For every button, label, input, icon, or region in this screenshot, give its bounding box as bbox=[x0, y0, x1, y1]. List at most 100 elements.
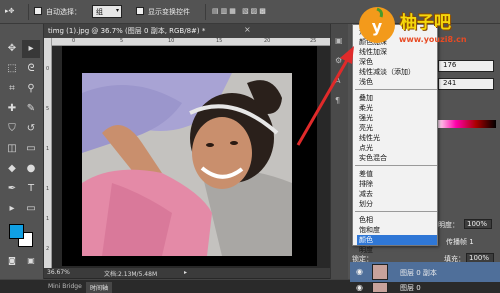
tab-timeline[interactable]: 时间轴 bbox=[86, 282, 113, 293]
path-select-icon[interactable]: ▸ bbox=[3, 200, 21, 218]
pen-tool-icon[interactable]: ✒ bbox=[3, 180, 21, 198]
layer-thumbnail bbox=[372, 264, 388, 280]
svg-text:y: y bbox=[372, 17, 383, 36]
blend-mode-item[interactable]: 排除 bbox=[357, 179, 437, 189]
tab-mini-bridge[interactable]: Mini Bridge bbox=[44, 282, 86, 291]
blend-mode-item[interactable]: 颜色 bbox=[357, 235, 437, 245]
blend-mode-item[interactable]: 点光 bbox=[357, 143, 437, 153]
tools-panel: ✥ ▸ ⬚ ᘓ ⌗ ⚲ ✚ ✎ ⛉ ↺ ◫ ▭ ◆ ● ✒ T ▸ ▭ ✋ ◙ … bbox=[0, 24, 44, 286]
crop-tool-icon[interactable]: ⌗ bbox=[3, 80, 21, 98]
ruler-tick: 0 bbox=[46, 66, 50, 72]
screen-mode-icon[interactable]: ▣ bbox=[22, 252, 40, 270]
move-tool-icon[interactable]: ✥ bbox=[3, 40, 21, 58]
watermark-logo-icon: y bbox=[360, 7, 394, 42]
gradient-tool-icon[interactable]: ▭ bbox=[22, 140, 40, 158]
watermark-logo: y bbox=[359, 7, 395, 43]
auto-select-label: 自动选择： bbox=[46, 8, 81, 16]
marquee-tool-icon[interactable]: ⬚ bbox=[3, 60, 21, 78]
shape-tool-icon[interactable]: ▭ bbox=[22, 200, 40, 218]
watermark: y 柚子吧 www.youzi8.cn bbox=[355, 2, 500, 48]
ruler-tick: 15 bbox=[216, 38, 223, 44]
show-transform-label: 显示变换控件 bbox=[148, 8, 190, 16]
document-title: timg (1).jpg @ 36.7% (图层 0 副本, RGB/8#) * bbox=[48, 27, 206, 35]
divider bbox=[205, 4, 206, 20]
menu-divider bbox=[355, 211, 437, 212]
eye-icon[interactable]: ◉ bbox=[356, 267, 363, 276]
b-value-field[interactable]: 241 bbox=[438, 78, 494, 90]
blend-mode-item[interactable]: 划分 bbox=[357, 199, 437, 209]
ruler-tick: 1 bbox=[46, 186, 50, 192]
annotation-arrow bbox=[296, 46, 354, 146]
foreground-color-swatch[interactable] bbox=[9, 224, 24, 239]
document-tab[interactable]: timg (1).jpg @ 36.7% (图层 0 副本, RGB/8#) *… bbox=[44, 24, 330, 38]
history-brush-icon[interactable]: ↺ bbox=[22, 120, 40, 138]
blend-mode-item[interactable]: 减去 bbox=[357, 189, 437, 199]
eyedropper-tool-icon[interactable]: ⚲ bbox=[22, 80, 40, 98]
vertical-ruler: 0 5 1 1 1 2 bbox=[44, 38, 52, 268]
status-bar: 36.67% 文档:2.13M/5.48M ▸ bbox=[44, 268, 330, 278]
blend-mode-item[interactable]: 实色混合 bbox=[357, 153, 437, 163]
auto-select-dropdown[interactable]: 组 ▾ bbox=[92, 5, 122, 18]
move-tool-icon[interactable]: ▸✥ bbox=[5, 7, 14, 15]
ruler-tick: 5 bbox=[120, 38, 124, 44]
ruler-tick: 2 bbox=[46, 246, 50, 252]
eye-icon[interactable]: ◉ bbox=[356, 283, 363, 292]
blur-tool-icon[interactable]: ◆ bbox=[3, 160, 21, 178]
zoom-level[interactable]: 36.67% bbox=[47, 269, 70, 276]
ruler-tick: 1 bbox=[46, 216, 50, 222]
color-spectrum[interactable] bbox=[436, 120, 496, 128]
blend-mode-item[interactable]: 强光 bbox=[357, 113, 437, 123]
blend-mode-item[interactable]: 线性加深 bbox=[357, 47, 437, 57]
auto-select-checkbox[interactable] bbox=[34, 7, 42, 15]
blend-mode-item[interactable]: 饱和度 bbox=[357, 225, 437, 235]
align-icons[interactable]: ▤▥▦ ▧▨▩ bbox=[212, 7, 268, 15]
lasso-tool-icon[interactable]: ᘓ bbox=[22, 60, 40, 78]
text-tool-icon[interactable]: T bbox=[22, 180, 40, 198]
watermark-title: 柚子吧 bbox=[400, 13, 451, 33]
portrait-photo bbox=[82, 73, 292, 256]
ruler-tick: 1 bbox=[46, 146, 50, 152]
close-icon[interactable]: × bbox=[244, 25, 251, 34]
blend-mode-item[interactable]: 叠加 bbox=[357, 93, 437, 103]
blend-mode-item[interactable]: 柔光 bbox=[357, 103, 437, 113]
blend-mode-item[interactable]: 线性减淡（添加） bbox=[357, 67, 437, 77]
blend-mode-item[interactable]: 明度 bbox=[357, 245, 437, 255]
arrow-tool-icon[interactable]: ▸ bbox=[22, 40, 40, 58]
chevron-down-icon: ▾ bbox=[115, 7, 119, 14]
opacity-input[interactable]: 100% bbox=[464, 219, 492, 229]
clone-stamp-icon[interactable]: ⛉ bbox=[3, 120, 21, 138]
menu-divider bbox=[355, 165, 437, 166]
blend-mode-item[interactable]: 线性光 bbox=[357, 133, 437, 143]
layer-row-layer-0-copy[interactable]: ◉ 图层 0 副本 bbox=[350, 262, 500, 282]
layer-thumbnail bbox=[372, 282, 388, 293]
blend-mode-item[interactable]: 亮光 bbox=[357, 123, 437, 133]
blend-mode-item[interactable]: 差值 bbox=[357, 169, 437, 179]
canvas-workarea[interactable] bbox=[52, 46, 330, 268]
blend-mode-item[interactable]: 深色 bbox=[357, 57, 437, 67]
healing-brush-icon[interactable]: ✚ bbox=[3, 100, 21, 118]
layer-name: 图层 0 bbox=[400, 284, 421, 292]
ruler-tick: 5 bbox=[46, 106, 50, 112]
opacity-label: 明度： bbox=[438, 221, 459, 229]
brush-tool-icon[interactable]: ✎ bbox=[22, 100, 40, 118]
g-value-field[interactable]: 176 bbox=[438, 60, 494, 72]
propagate-label: 传播帧 1 bbox=[446, 238, 474, 246]
layer-row-layer-0[interactable]: ◉ 图层 0 bbox=[350, 282, 500, 293]
watermark-url: www.youzi8.cn bbox=[399, 35, 467, 44]
blend-mode-item[interactable]: 浅色 bbox=[357, 77, 437, 87]
auto-select-value: 组 bbox=[96, 8, 103, 16]
document-canvas[interactable] bbox=[62, 46, 317, 266]
show-transform-checkbox[interactable] bbox=[136, 7, 144, 15]
layer-name: 图层 0 副本 bbox=[400, 269, 437, 277]
document-size: 文档:2.13M/5.48M bbox=[104, 271, 158, 278]
menu-divider bbox=[355, 89, 437, 90]
chevron-right-icon[interactable]: ▸ bbox=[184, 269, 187, 276]
eraser-tool-icon[interactable]: ◫ bbox=[3, 140, 21, 158]
dodge-tool-icon[interactable]: ● bbox=[22, 160, 40, 178]
ruler-tick: 10 bbox=[168, 38, 175, 44]
horizontal-ruler: 0 5 10 15 20 25 bbox=[52, 38, 330, 46]
blend-mode-menu: 溶解颜色加深线性加深深色线性减淡（添加）浅色叠加柔光强光亮光线性光点光实色混合差… bbox=[352, 24, 438, 254]
blend-mode-item[interactable]: 色相 bbox=[357, 215, 437, 225]
quick-mask-icon[interactable]: ◙ bbox=[3, 252, 21, 270]
portrait-illustration bbox=[82, 73, 292, 256]
